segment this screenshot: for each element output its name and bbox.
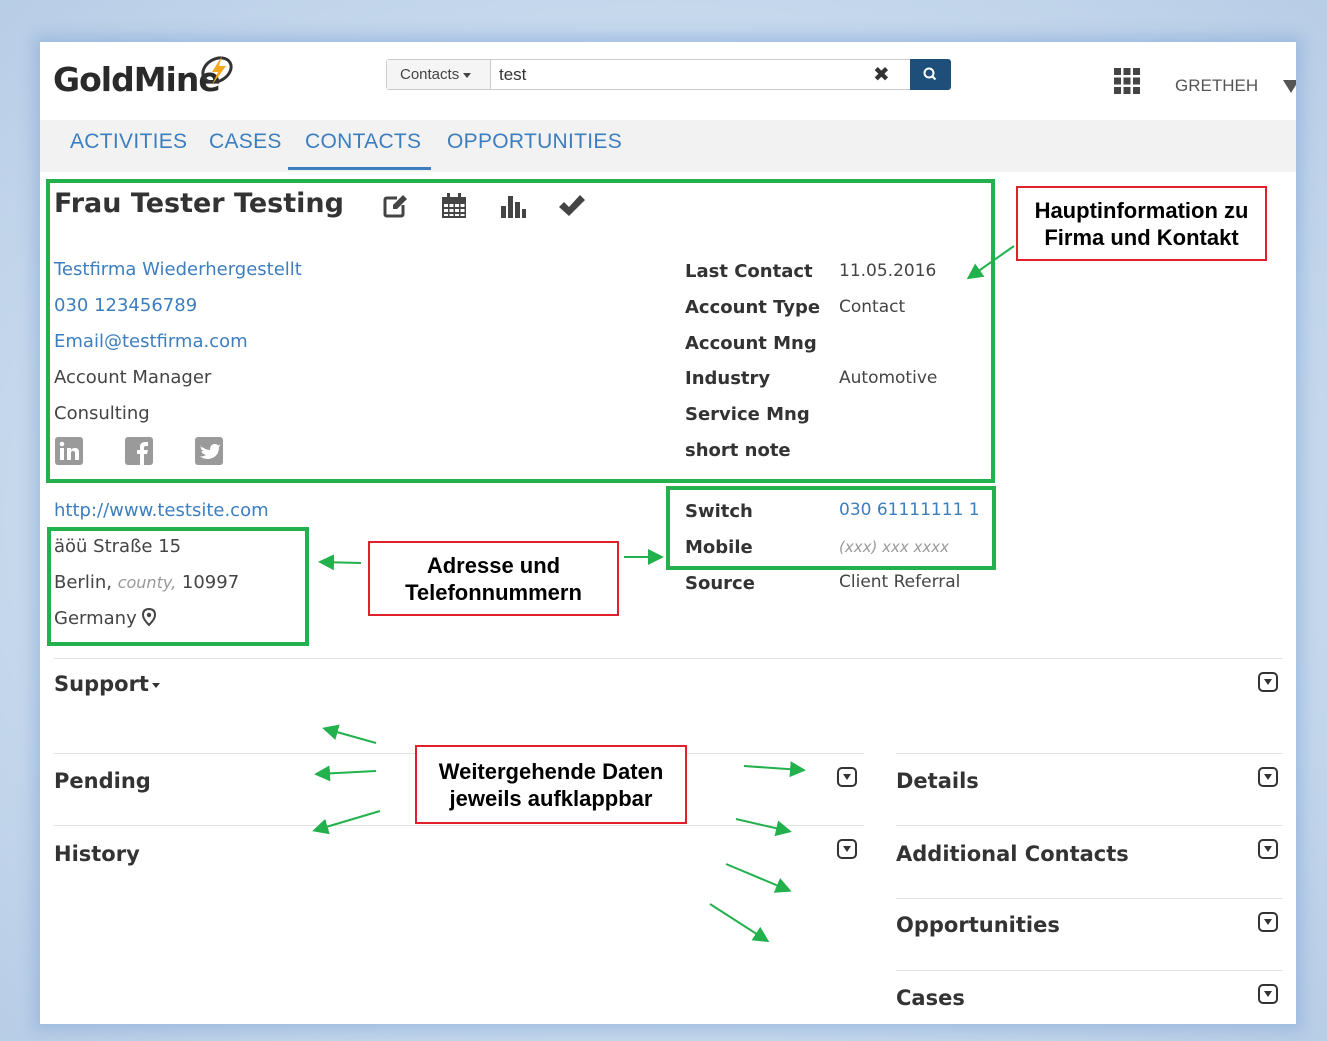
app-window: GoldMine Contacts ✖ GRETHEH ACTIVITIES C… (40, 42, 1296, 1024)
annotation-arrows (312, 245, 1015, 943)
